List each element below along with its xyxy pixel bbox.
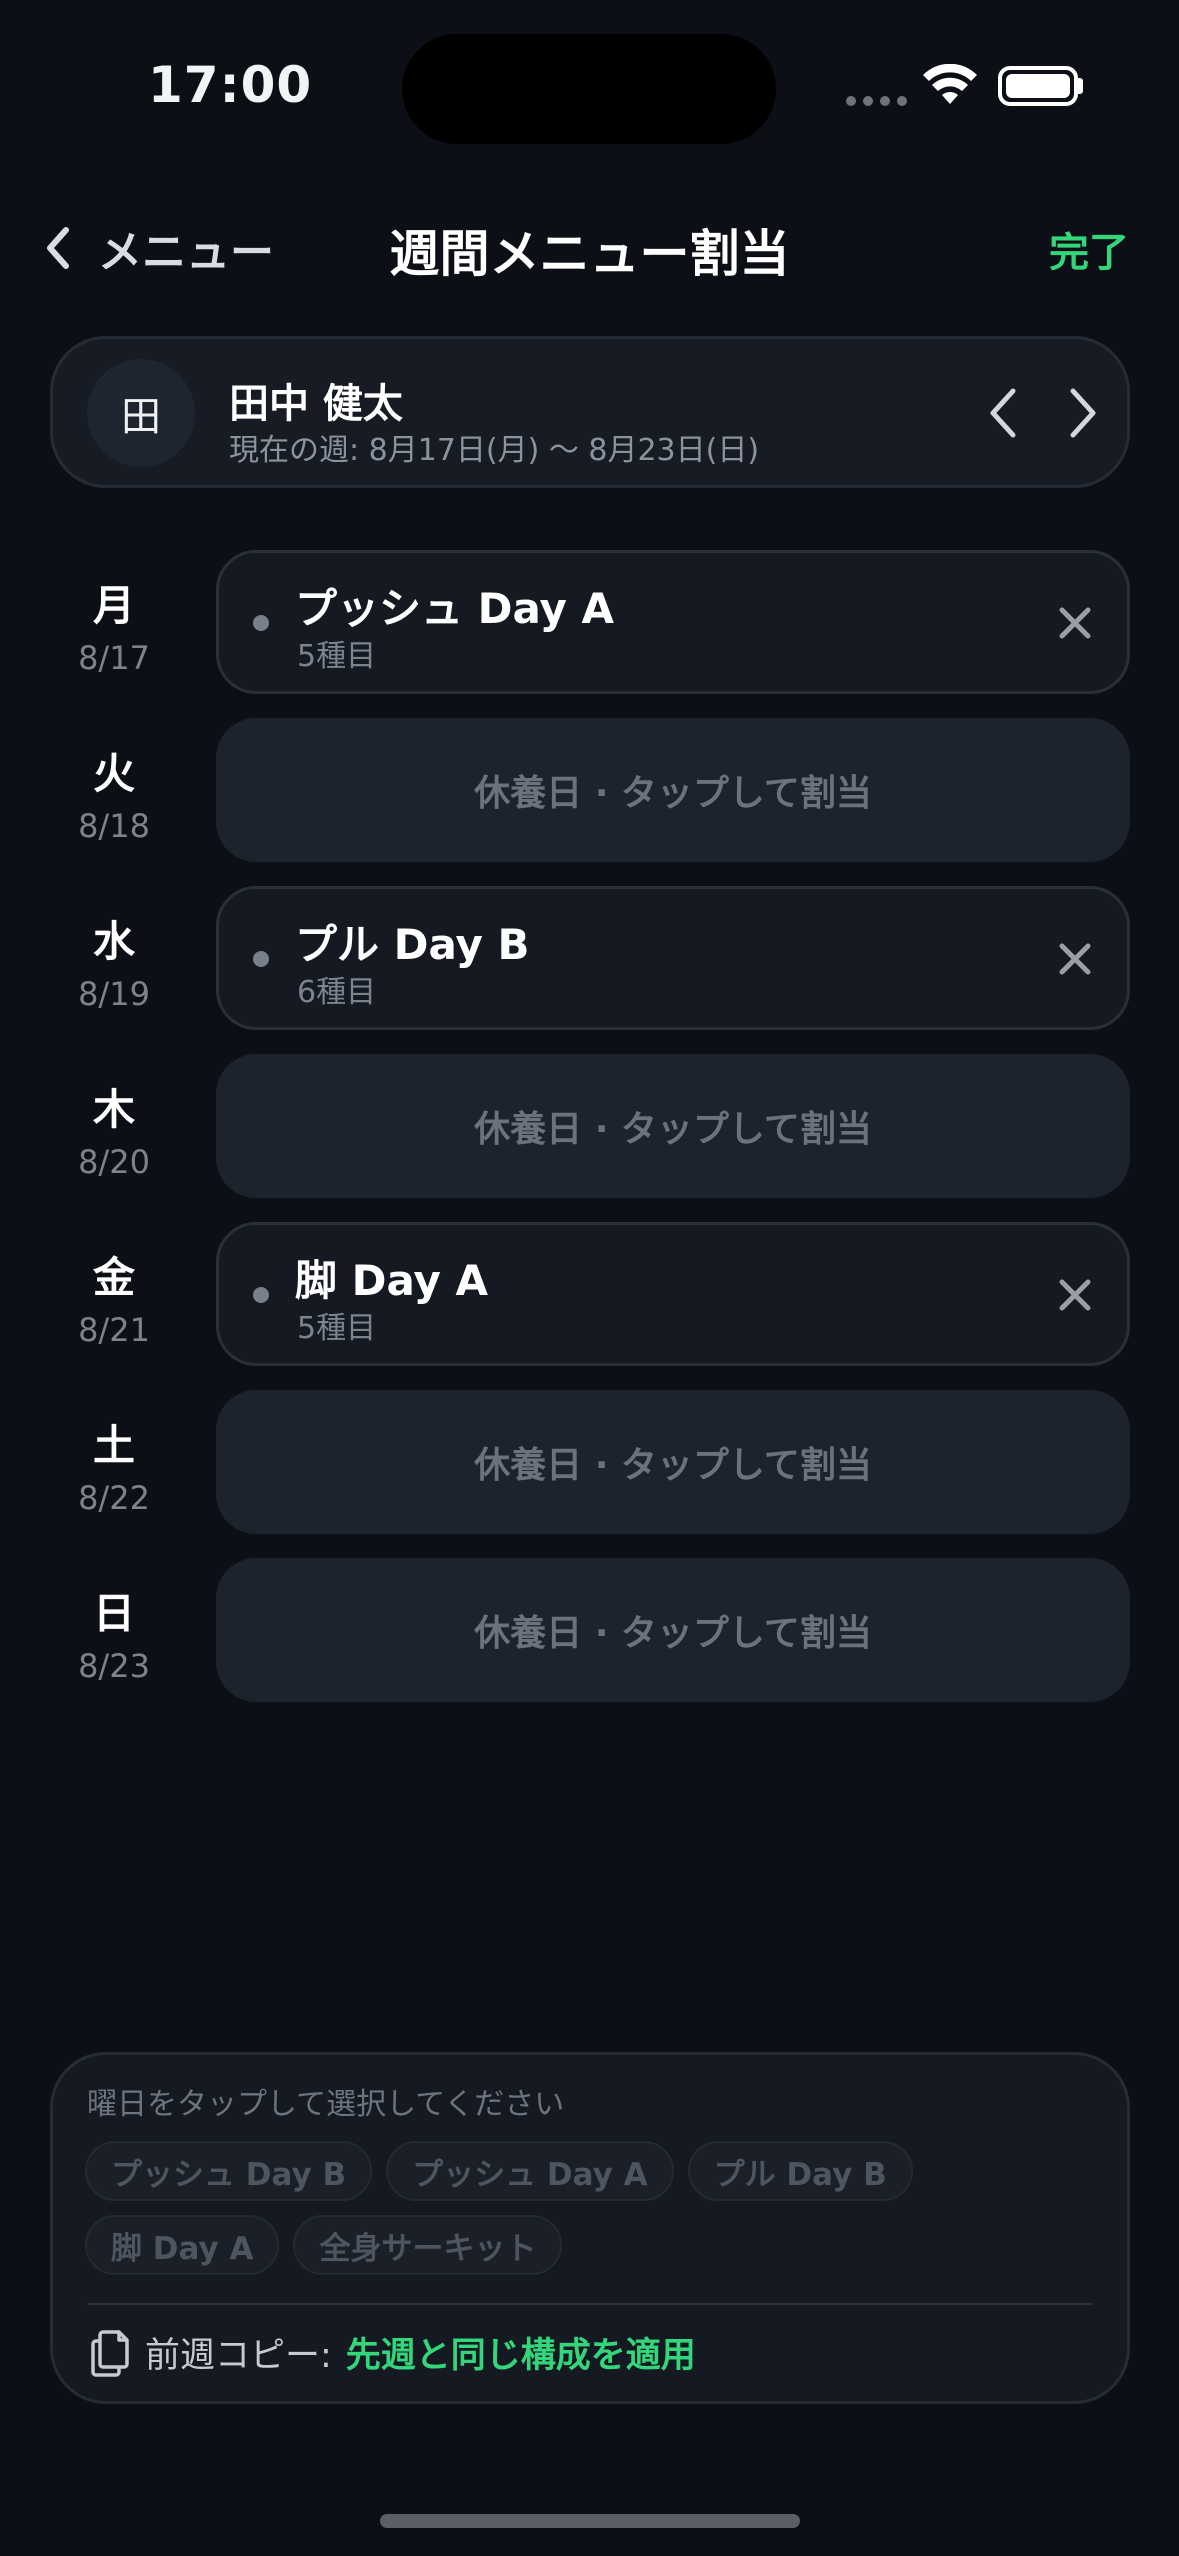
copy-icon — [91, 2329, 129, 2377]
wifi-icon — [923, 64, 977, 104]
close-icon[interactable] — [1057, 1277, 1093, 1313]
rest-slot-thu[interactable]: 休養日 · タップして割当 — [216, 1054, 1130, 1198]
cellular-signal-icon — [846, 96, 907, 106]
day-of-week: 日 — [92, 1589, 135, 1638]
day-of-week: 月 — [92, 581, 135, 630]
avatar: 田 — [87, 359, 195, 467]
menu-chip[interactable]: 脚 Day A — [85, 2215, 280, 2275]
done-button[interactable]: 完了 — [1049, 220, 1129, 278]
client-name: 田中 健太 — [229, 381, 403, 427]
close-icon[interactable] — [1057, 941, 1093, 977]
rest-slot-sun[interactable]: 休養日 · タップして割当 — [216, 1558, 1130, 1702]
day-date: 8/22 — [78, 1479, 150, 1517]
battery-nub — [1078, 78, 1083, 94]
menu-chip[interactable]: プル Day B — [687, 2141, 913, 2201]
chevron-right-icon — [1070, 388, 1096, 438]
client-card: 田 田中 健太 現在の週: 8月17日(月) 〜 8月23日(日) — [50, 336, 1130, 488]
status-dot — [253, 615, 269, 631]
day-label-thu[interactable]: 木 8/20 — [50, 1076, 178, 1181]
day-date: 8/21 — [78, 1311, 150, 1349]
day-of-week: 土 — [92, 1421, 135, 1470]
exercise-count: 5種目 — [297, 639, 377, 674]
copy-previous-week-button[interactable]: 前週コピー: 先週と同じ構成を適用 — [89, 2327, 696, 2378]
menu-picker-panel: 曜日をタップして選択してください プッシュ Day B プッシュ Day A プ… — [50, 2052, 1130, 2404]
exercise-count: 5種目 — [297, 1311, 377, 1346]
copy-action-link[interactable]: 先週と同じ構成を適用 — [346, 2327, 696, 2378]
home-indicator — [380, 2514, 800, 2528]
panel-divider — [87, 2303, 1093, 2305]
battery-icon — [998, 66, 1078, 106]
rest-label: 休養日 · タップして割当 — [474, 1445, 872, 1486]
menu-name: 脚 Day A — [295, 1256, 489, 1305]
day-of-week: 金 — [92, 1253, 135, 1302]
status-time: 17:00 — [148, 56, 313, 114]
status-dot — [253, 951, 269, 967]
close-icon[interactable] — [1057, 605, 1093, 641]
day-of-week: 水 — [92, 917, 135, 966]
page-title: 週間メニュー割当 — [389, 225, 790, 283]
menu-name: プル Day B — [295, 920, 530, 969]
day-date: 8/18 — [78, 807, 150, 845]
rest-slot-sat[interactable]: 休養日 · タップして割当 — [216, 1390, 1130, 1534]
dynamic-island — [402, 34, 776, 144]
day-label-tue[interactable]: 火 8/18 — [50, 740, 178, 845]
day-label-wed[interactable]: 水 8/19 — [50, 908, 178, 1013]
day-label-fri[interactable]: 金 8/21 — [50, 1244, 178, 1349]
menu-slot-mon[interactable]: プッシュ Day A 5種目 — [216, 550, 1130, 694]
menu-name: プッシュ Day A — [295, 584, 615, 633]
rest-label: 休養日 · タップして割当 — [474, 773, 872, 814]
day-date: 8/23 — [78, 1647, 150, 1685]
next-week-button[interactable] — [1063, 381, 1103, 445]
chevron-left-icon — [990, 388, 1016, 438]
copy-prefix: 前週コピー: — [145, 2336, 332, 2376]
rest-label: 休養日 · タップして割当 — [474, 1613, 872, 1654]
prev-week-button[interactable] — [983, 381, 1023, 445]
day-label-sat[interactable]: 土 8/22 — [50, 1412, 178, 1517]
panel-hint: 曜日をタップして選択してください — [87, 2087, 565, 2122]
status-dot — [253, 1287, 269, 1303]
week-range: 現在の週: 8月17日(月) 〜 8月23日(日) — [229, 433, 760, 468]
day-date: 8/20 — [78, 1143, 150, 1181]
exercise-count: 6種目 — [297, 975, 377, 1010]
menu-slot-fri[interactable]: 脚 Day A 5種目 — [216, 1222, 1130, 1366]
menu-slot-wed[interactable]: プル Day B 6種目 — [216, 886, 1130, 1030]
day-date: 8/17 — [78, 639, 150, 677]
day-date: 8/19 — [78, 975, 150, 1013]
rest-label: 休養日 · タップして割当 — [474, 1109, 872, 1150]
menu-chip[interactable]: プッシュ Day B — [85, 2141, 373, 2201]
day-label-sun[interactable]: 日 8/23 — [50, 1580, 178, 1685]
rest-slot-tue[interactable]: 休養日 · タップして割当 — [216, 718, 1130, 862]
menu-chip[interactable]: プッシュ Day A — [386, 2141, 674, 2201]
day-of-week: 火 — [92, 749, 135, 798]
day-of-week: 木 — [92, 1085, 135, 1134]
day-label-mon[interactable]: 月 8/17 — [50, 572, 178, 677]
menu-chip[interactable]: 全身サーキット — [293, 2215, 563, 2275]
menu-chip-list: プッシュ Day B プッシュ Day A プル Day B 脚 Day A 全… — [85, 2141, 1095, 2275]
